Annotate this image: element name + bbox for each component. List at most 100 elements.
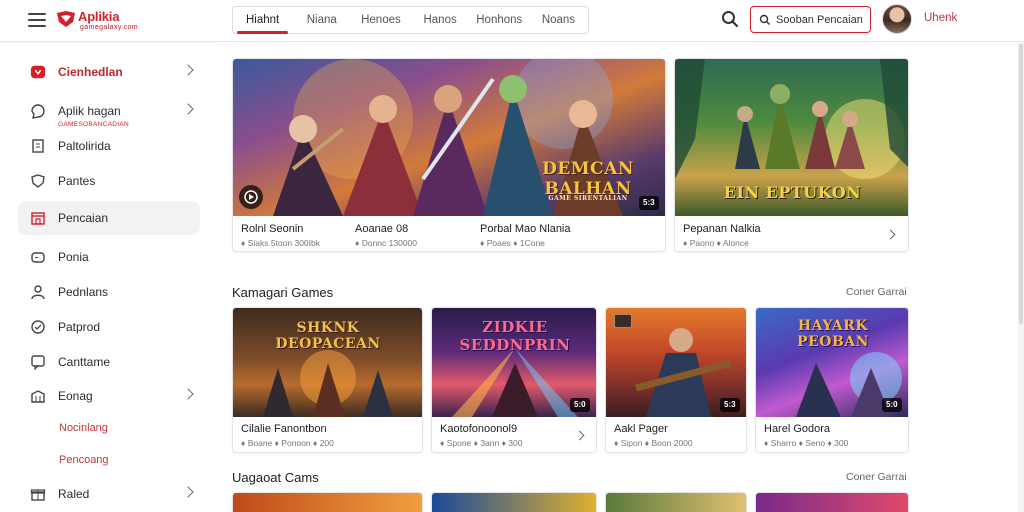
sidebar-item-pednlans[interactable]: Pednlans [18,275,200,309]
game-card-partial[interactable] [232,492,423,512]
featured-side-art: EIN EPTUKON [675,59,908,216]
chevron-right-icon [182,64,194,76]
sidebar-item-ponia[interactable]: Ponia [18,240,200,274]
sidebar-item-label: Eonag [58,389,93,403]
document-icon [30,138,46,154]
brand-title: Cienhedlan [58,65,123,79]
sidebar-item-eonag[interactable]: Eonag [18,379,200,413]
sidebar-item-canttame[interactable]: Canttame [18,345,200,379]
tab-1[interactable]: Hiahnt [233,7,292,34]
tab-4[interactable]: Hanos [411,7,470,33]
building-icon [30,388,46,404]
card-meta: ♦ Spone ♦ 3ann ♦ 300 [440,438,523,448]
sidebar-item-patprod[interactable]: Patprod [18,310,200,344]
sidebar-item-paltolirida[interactable]: Paltolirida [18,129,200,163]
chat-square-icon [30,354,46,370]
duration-badge: 5:0 [882,398,902,412]
featured-art-title: DEMCAN BALHAN [542,159,634,199]
tab-5[interactable]: Honhons [470,7,529,33]
featured-main-art: DEMCAN BALHAN GAME SIRENTALIAN 5:3 [233,59,665,216]
scrollbar-thumb[interactable] [1019,44,1023,324]
chat-icon [30,103,46,119]
game-card-art: 5:3 [606,308,746,417]
card-art-title: ZIDKIE SEDDNPRIN [459,318,571,354]
sidebar: Cienhedlan GAMESOBANCADIAN Aplik hagan P… [0,43,215,512]
sidebar-item-label: Patprod [58,320,101,334]
sidebar-item-label: Ponia [58,250,89,264]
logo-mark-icon [57,11,75,27]
sidebar-subitem-pencoang[interactable]: Pencoang [18,443,200,477]
card-title: Cilalie Fanontbon [241,423,327,435]
tab-3[interactable]: Henoes [351,7,410,33]
app-logo[interactable]: Aplikia gamegalaxy.com [56,8,140,34]
featured-duration-badge: 5:3 [639,196,659,210]
sidebar-item-label: Pencaian [58,211,109,225]
featured-side-card[interactable]: EIN EPTUKON Pepanan Nalkia ♦ Paono ♦ Alo… [674,58,909,252]
featured-caption-meta: ♦ Poaes ♦ 1Cone [480,238,545,248]
card-meta: ♦ Sharro ♦ Seno ♦ 300 [764,438,849,448]
search-button[interactable]: Sooban Pencaian [750,6,871,33]
game-card[interactable]: ZIDKIE SEDDNPRIN 5:0 Kaotofonoonol9 ♦ Sp… [431,307,597,453]
see-all-link[interactable]: Coner Garrai [846,286,907,298]
game-card-art: HAYARK PEOBAN 5:0 [756,308,908,417]
tab-2[interactable]: Niana [292,7,351,33]
tab-6[interactable]: Noans [529,7,588,33]
sidebar-item-label: Pencoang [59,454,109,466]
sidebar-item-label: Pednlans [58,285,109,299]
sidebar-brand[interactable]: Cienhedlan [18,55,200,89]
featured-main-card[interactable]: DEMCAN BALHAN GAME SIRENTALIAN 5:3 Rolnl… [232,58,666,252]
side-caption-title: Pepanan Nalkia [683,223,761,235]
search-button-label: Sooban Pencaian [776,13,863,26]
game-card-partial[interactable] [431,492,597,512]
store-icon [30,210,46,226]
search-icon[interactable] [720,9,740,29]
hamburger-menu-icon[interactable] [28,13,46,27]
game-card-partial[interactable] [605,492,747,512]
see-all-link[interactable]: Coner Garrai [846,471,907,483]
featured-caption-meta: ♦ Siaks 5toon 300Ibk [241,238,320,248]
card-meta: ♦ Boane ♦ Ponoon ♦ 200 [241,438,334,448]
side-caption-meta: ♦ Paono ♦ Alonce [683,238,749,248]
card-title: Harel Godora [764,423,831,435]
game-card-partial[interactable] [755,492,909,512]
search-small-icon [759,14,771,25]
chevron-right-icon[interactable] [885,229,896,240]
sidebar-item-label: Paltolirida [58,139,111,153]
chevron-right-icon [182,388,194,400]
badge-icon [30,319,46,335]
logo-subtitle: gamegalaxy.com [80,24,138,31]
featured-caption-title: Aoanae 08 [355,223,409,235]
card-art-title: SHKNK DEOPACEAN [275,320,381,352]
featured-caption-meta: ♦ Donnc 130000 [355,238,417,248]
game-logo-icon [614,314,632,328]
game-card-art: SHKNK DEOPACEAN [233,308,422,417]
featured-caption-title: Porbal Mao Nlania [480,223,571,235]
card-meta: ♦ Sipon ♦ Boon 2000 [614,438,693,448]
game-card[interactable]: SHKNK DEOPACEAN Cilalie Fanontbon ♦ Boan… [232,307,423,453]
user-link[interactable]: Uhenk [924,12,957,24]
chevron-right-icon[interactable] [574,430,585,441]
game-card[interactable]: HAYARK PEOBAN 5:0 Harel Godora ♦ Sharro … [755,307,909,453]
game-card[interactable]: 5:3 Aakl Pager ♦ Sipon ♦ Boon 2000 [605,307,747,453]
card-title: Kaotofonoonol9 [440,423,518,435]
chevron-right-icon [182,486,194,498]
section-title: Uagaoat Cams [232,470,319,485]
duration-badge: 5:3 [720,398,740,412]
chevron-right-icon [182,103,194,115]
card-title: Aakl Pager [614,423,668,435]
avatar[interactable] [882,4,912,34]
card-art-title: HAYARK PEOBAN [797,318,869,350]
play-button-icon[interactable] [239,185,263,209]
sidebar-item-aplik[interactable]: Aplik hagan [18,94,200,128]
sidebar-item-pencaian[interactable]: Pencaian [18,201,200,235]
sidebar-item-label: Pantes [58,174,96,188]
duration-badge: 5:0 [570,398,590,412]
sidebar-item-pantes[interactable]: Pantes [18,164,200,198]
section-title: Kamagari Games [232,285,334,300]
main-tabs: Hiahnt Niana Henoes Hanos Honhons Noans [232,6,589,34]
game-card-art: ZIDKIE SEDDNPRIN 5:0 [432,308,596,417]
sidebar-item-raled[interactable]: Raled [18,477,200,511]
controller-icon [30,249,46,265]
side-art-title: EIN EPTUKON [723,183,862,202]
sidebar-subitem-nocinlang[interactable]: Nocinlang [18,411,200,445]
